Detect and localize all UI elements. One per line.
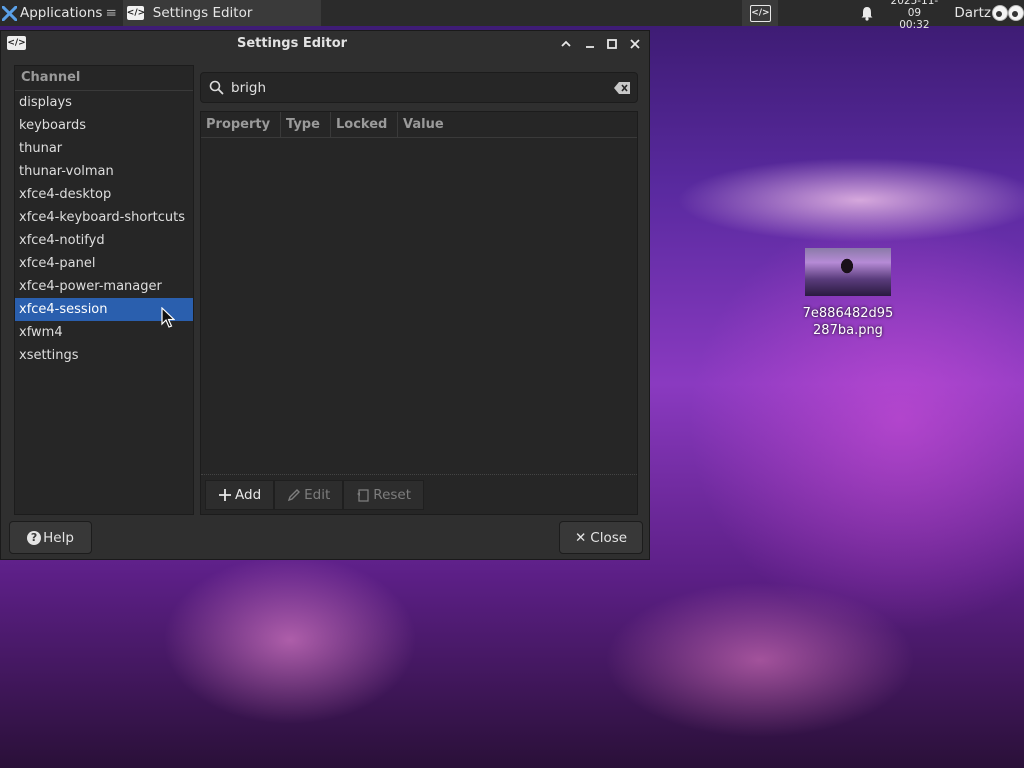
help-button[interactable]: ? Help <box>9 521 92 554</box>
tray-empty-slot-2 <box>814 0 850 26</box>
clock[interactable]: 2025-11-09 00:32 <box>884 0 944 31</box>
channel-item-thunar-volman[interactable]: thunar-volman <box>15 160 193 183</box>
help-label: Help <box>43 529 74 546</box>
window-title: Settings Editor <box>236 36 348 51</box>
channel-item-xfce4-power-manager[interactable]: xfce4-power-manager <box>15 275 193 298</box>
channel-item-xfce4-panel[interactable]: xfce4-panel <box>15 252 193 275</box>
applications-label: Applications <box>20 5 103 21</box>
reset-property-button[interactable]: Reset <box>343 479 425 510</box>
window-titlebar[interactable]: </> Settings Editor <box>1 31 649 56</box>
chevron-up-icon <box>561 40 571 47</box>
right-eye-icon <box>1008 5 1024 21</box>
tray-empty-slot-1 <box>778 0 814 26</box>
search-input[interactable]: brigh <box>231 80 607 96</box>
clock-time: 00:32 <box>899 19 930 31</box>
notification-bell-button[interactable] <box>850 0 884 26</box>
clear-search-button[interactable] <box>607 81 637 94</box>
clear-text-icon <box>613 81 630 94</box>
taskbar-settings-editor-button[interactable]: </> Settings Editor <box>122 0 321 26</box>
desktop-file-label: 7e886482d95 287ba.png <box>803 305 894 339</box>
close-label: Close <box>590 529 628 546</box>
maximize-icon <box>607 39 617 49</box>
channel-item-xfce4-keyboard-shortcuts[interactable]: xfce4-keyboard-shortcuts <box>15 206 193 229</box>
desktop-file-label-line2: 287ba.png <box>813 323 883 338</box>
reset-icon <box>357 488 369 502</box>
settings-editor-icon: </> <box>126 6 146 20</box>
xeyes-widget <box>992 5 1024 21</box>
bell-icon <box>861 6 873 21</box>
column-header-type[interactable]: Type <box>281 112 331 137</box>
tray-settings-editor-button[interactable]: </> <box>742 0 779 26</box>
reset-label: Reset <box>373 486 412 503</box>
applications-menu-button[interactable]: Applications ≡ <box>0 0 121 26</box>
property-table-header: Property Type Locked Value <box>201 112 637 138</box>
property-toolbar: Add Edit Reset <box>201 474 637 514</box>
minimize-button[interactable] <box>581 35 599 53</box>
close-icon <box>630 39 640 49</box>
close-button[interactable]: ✕ Close <box>559 521 643 554</box>
image-thumbnail <box>805 248 891 296</box>
property-table: Property Type Locked Value Add Edit Rese… <box>200 111 638 515</box>
minimize-icon <box>586 46 594 48</box>
left-eye-icon <box>992 5 1008 21</box>
maximize-button[interactable] <box>603 35 621 53</box>
channel-item-displays[interactable]: displays <box>15 91 193 114</box>
settings-editor-window: </> Settings Editor Channel displays keyb… <box>0 30 650 560</box>
taskbar-window-title: Settings Editor <box>152 5 253 21</box>
plus-icon <box>219 488 231 501</box>
add-label: Add <box>235 486 262 503</box>
desktop-file-icon[interactable]: 7e886482d95 287ba.png <box>796 248 900 339</box>
channel-item-xfce4-desktop[interactable]: xfce4-desktop <box>15 183 193 206</box>
search-icon <box>201 80 231 95</box>
mouse-pointer-icon <box>161 307 175 328</box>
channel-column-header[interactable]: Channel <box>15 66 193 91</box>
menu-separator-icon: ≡ <box>105 5 117 21</box>
add-property-button[interactable]: Add <box>205 479 275 510</box>
column-header-value[interactable]: Value <box>398 112 444 137</box>
edit-label: Edit <box>304 486 331 503</box>
close-window-button[interactable] <box>626 35 644 53</box>
help-icon: ? <box>27 530 42 545</box>
column-header-property[interactable]: Property <box>201 112 281 137</box>
edit-property-button[interactable]: Edit <box>274 479 344 510</box>
settings-editor-tray-icon: </> <box>749 4 771 22</box>
channel-list: Channel displays keyboards thunar thunar-vo… <box>14 65 194 515</box>
channel-item-thunar[interactable]: thunar <box>15 137 193 160</box>
shade-button[interactable] <box>557 35 575 53</box>
desktop-file-label-line1: 7e886482d95 <box>802 306 894 321</box>
property-table-body[interactable] <box>201 138 637 474</box>
close-x-icon: ✕ <box>574 529 587 546</box>
channel-item-xsettings[interactable]: xsettings <box>15 344 193 367</box>
channel-item-keyboards[interactable]: keyboards <box>15 114 193 137</box>
pencil-icon <box>288 488 301 501</box>
column-header-locked[interactable]: Locked <box>331 112 398 137</box>
property-search-field[interactable]: brigh <box>200 72 638 103</box>
channel-item-xfce4-notifyd[interactable]: xfce4-notifyd <box>15 229 193 252</box>
user-name-button[interactable]: Dartz <box>954 5 991 21</box>
top-panel: Applications ≡ </> Settings Editor </> 2… <box>0 0 1024 31</box>
xfce-logo-icon <box>2 5 17 21</box>
clock-date: 2025-11-09 <box>890 0 939 19</box>
